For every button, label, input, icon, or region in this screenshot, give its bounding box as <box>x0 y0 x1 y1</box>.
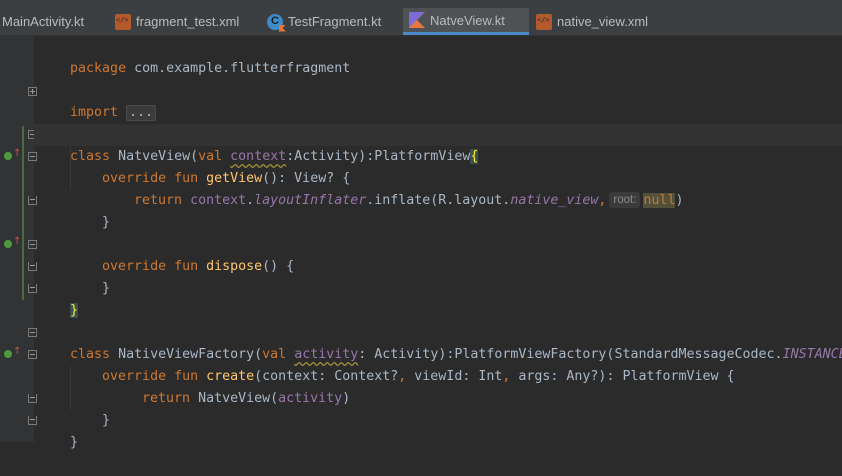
folded-imports[interactable]: ... <box>126 105 157 121</box>
code-line-return-natveview: return NatveView(activity) <box>142 391 351 406</box>
code-line-package: package com.example.flutterfragment <box>70 61 351 76</box>
tab-native-view-xml[interactable]: native_view.xml <box>530 8 680 35</box>
code-line-create: override fun create(context: Context?, v… <box>102 369 735 384</box>
code-line-class-close-brace: } <box>70 435 79 450</box>
code-line-close-brace: } <box>102 281 111 296</box>
xml-file-icon <box>115 13 131 30</box>
code-line-getview: override fun getView(): View? { <box>102 171 351 186</box>
kotlin-class-icon <box>267 13 286 32</box>
editor-tab-bar: MainActivity.kt fragment_test.xml TestFr… <box>0 0 842 36</box>
code-line-class-close-brace: } <box>34 278 842 318</box>
tab-fragment-test-xml[interactable]: fragment_test.xml <box>110 8 252 35</box>
override-method-icon[interactable]: ↑ <box>4 346 21 359</box>
override-method-icon[interactable]: ↑ <box>4 236 21 249</box>
toolbar-strip <box>0 0 842 8</box>
tab-testfragment[interactable]: TestFragment.kt <box>262 8 402 35</box>
code-line-class-factory: class NativeViewFactory(val activity: Ac… <box>70 347 842 362</box>
tab-label: NatveView.kt <box>430 12 505 28</box>
code-line-import: import ... <box>34 80 842 121</box>
code-line-dispose: override fun dispose() { <box>102 259 295 274</box>
code-line-return-inflate: return context.layoutInflater.inflate(R.… <box>134 192 684 208</box>
tab-label: MainActivity.kt <box>2 14 85 29</box>
tab-label: fragment_test.xml <box>136 14 240 29</box>
kotlin-file-icon <box>409 12 425 28</box>
code-line-close-brace: } <box>102 413 111 428</box>
code-line-close-brace: } <box>102 215 111 230</box>
tab-natveview-active[interactable]: NatveView.kt <box>403 8 529 35</box>
tab-mainactivity[interactable]: MainActivity.kt <box>0 8 101 35</box>
editor-gutter: ↑ ↑ ↑ <box>0 36 37 442</box>
code-line-class-natveview: class NatveView(val context:Activity):Pl… <box>34 124 842 164</box>
matched-brace: } <box>70 303 79 318</box>
scope-highlight-bar <box>22 126 24 300</box>
tab-label: TestFragment.kt <box>288 14 382 29</box>
xml-file-icon <box>536 13 552 30</box>
code-editor[interactable]: package com.example.flutterfragment impo… <box>34 36 842 450</box>
tab-label: native_view.xml <box>557 14 649 29</box>
override-method-icon[interactable]: ↑ <box>4 148 21 161</box>
